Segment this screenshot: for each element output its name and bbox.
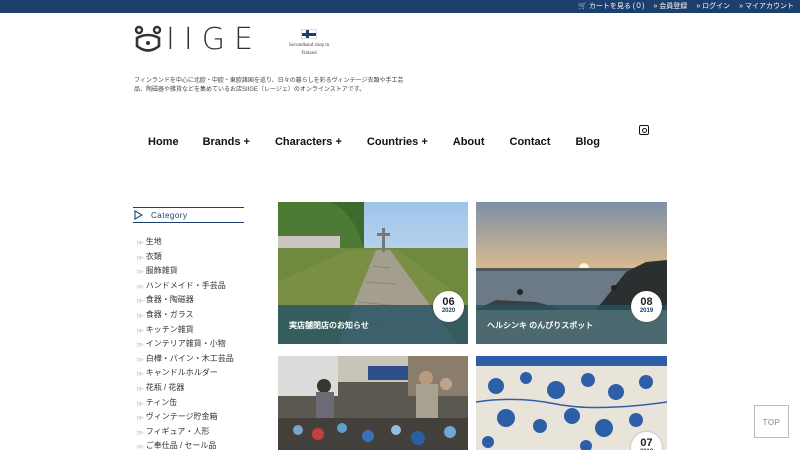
category-item-label: 衣類 [145,251,162,261]
category-item-label: キッチン雑貨 [145,324,194,334]
cart-link[interactable]: 🛒 カートを見る (０) [578,1,644,12]
nav-home[interactable]: Home [148,136,179,148]
category-header: Category [133,207,244,223]
category-item[interactable]: ▷▷ キッチン雑貨 [137,323,234,338]
category-item[interactable]: ▷▷ 食器・ガラス [137,308,234,323]
cart-label: カートを見る (０) [588,3,645,10]
category-item[interactable]: ▷▷ 白樺・パイン・木工芸品 [137,352,234,367]
top-bar: 🛒 カートを見る (０) » 会員登録 » ログイン » マイアカウント [0,0,800,13]
double-arrow-icon: ▷▷ [137,283,144,290]
category-item-label: フィギュア・人形 [145,426,210,436]
category-item[interactable]: ▷▷ 食器・陶磁器 [137,293,234,308]
instagram-icon[interactable] [639,125,649,135]
blog-post-card[interactable]: ヘルシンキ のんびりスポット 08 2019 [476,202,667,344]
logo-flag-badge: Secondhand shop in Finland [284,29,334,58]
double-arrow-icon: ▷▷ [137,371,144,378]
double-arrow-icon: ▷▷ [137,415,144,422]
site-description: フィンランドを中心に北欧・中欧・東欧諸国を巡り、日々の暮らしを彩るヴィンテージ衣… [134,78,404,93]
category-item-label: 食器・陶磁器 [145,295,194,305]
date-badge: 06 2020 [433,291,464,322]
category-item[interactable]: ▷▷ キャンドルホルダー [137,366,234,381]
category-item[interactable]: ▷▷ ヴィンテージ貯金箱 [137,410,234,425]
category-item-label: ハンドメイド・手芸品 [145,280,226,290]
cart-icon: 🛒 [578,3,587,10]
double-arrow-icon: ▷▷ [137,356,144,363]
double-arrow-icon: ▷▷ [137,342,144,349]
category-list: ▷▷ 生地 ▷▷ 衣類 ▷▷ 服飾雑貨 ▷▷ ハンドメイド・手芸品 ▷▷ 食器・陶磁器 ▷… [137,235,234,450]
date-year: 2020 [441,308,456,314]
register-link[interactable]: » 会員登録 [653,1,687,12]
date-year: 2019 [639,308,654,314]
post-title: ヘルシンキ のんびりスポット [487,321,594,330]
post-photo-flea-market [278,356,468,450]
double-arrow-icon: ▷▷ [137,254,144,261]
date-badge: 08 2019 [631,291,662,322]
category-item[interactable]: ▷▷ ご奉仕品 / セール品 [137,439,234,450]
category-item[interactable]: ▷▷ 服飾雑貨 [137,264,234,279]
double-arrow-icon: ▷▷ [137,312,144,319]
category-item[interactable]: ▷▷ ハンドメイド・手芸品 [137,279,234,294]
date-day: 08 [640,296,653,308]
category-item-label: 生地 [145,237,162,246]
bear-logo-icon [134,25,162,52]
triangle-icon [134,210,143,220]
account-link[interactable]: » マイアカウント [739,1,794,12]
category-item-label: 花瓶 / 花器 [145,382,185,392]
double-arrow-icon: ▷▷ [137,298,144,305]
category-item-label: ヴィンテージ貯金箱 [145,412,218,422]
post-title: 実店舗閉店のお知らせ [289,321,369,330]
double-arrow-icon: ▷▷ [137,269,144,276]
site-logo[interactable]: IIGE [134,24,262,56]
nav-blog[interactable]: Blog [575,136,599,148]
category-item[interactable]: ▷▷ 花瓶 / 花器 [137,381,234,396]
login-link[interactable]: » ログイン [696,1,730,12]
double-arrow-icon: ▷▷ [137,400,144,407]
category-item[interactable]: ▷▷ インテリア雑貨・小物 [137,337,234,352]
flag-caption: Secondhand shop in Finland [288,43,330,56]
nav-characters[interactable]: Characters + [275,136,342,148]
main-nav: Home Brands + Characters + Countries + A… [148,136,600,148]
nav-brands[interactable]: Brands + [203,136,250,148]
logo-wordmark: IIGE [166,22,262,57]
category-item-label: インテリア雑貨・小物 [145,339,226,349]
finland-flag-icon [301,29,317,39]
date-day: 06 [442,296,455,308]
category-item-label: 食器・ガラス [145,309,194,319]
blog-post-card[interactable]: 07 2019 [476,356,667,450]
category-item-label: ご奉仕品 / セール品 [145,441,217,450]
category-item[interactable]: ▷▷ ティン缶 [137,396,234,411]
category-title: Category [151,210,188,220]
nav-about[interactable]: About [453,136,485,148]
category-item[interactable]: ▷▷ フィギュア・人形 [137,425,234,440]
double-arrow-icon: ▷▷ [137,327,144,334]
nav-countries[interactable]: Countries + [367,136,428,148]
double-arrow-icon: ▷▷ [137,444,144,450]
category-item-label: 服飾雑貨 [145,266,178,276]
back-to-top-button[interactable]: TOP [754,405,789,438]
category-item[interactable]: ▷▷ 生地 [137,235,234,250]
double-arrow-icon: ▷▷ [137,240,144,246]
category-item-label: キャンドルホルダー [145,368,218,378]
double-arrow-icon: ▷▷ [137,385,144,392]
category-item[interactable]: ▷▷ 衣類 [137,250,234,265]
blog-post-card[interactable]: 実店舗閉店のお知らせ 06 2020 [278,202,468,344]
category-item-label: ティン缶 [145,397,178,407]
account-links: 🛒 カートを見る (０) » 会員登録 » ログイン » マイアカウント [578,1,794,12]
blog-post-card[interactable] [278,356,468,450]
date-day: 07 [640,437,653,449]
category-item-label: 白樺・パイン・木工芸品 [145,353,234,363]
nav-contact[interactable]: Contact [510,136,551,148]
double-arrow-icon: ▷▷ [137,429,144,436]
